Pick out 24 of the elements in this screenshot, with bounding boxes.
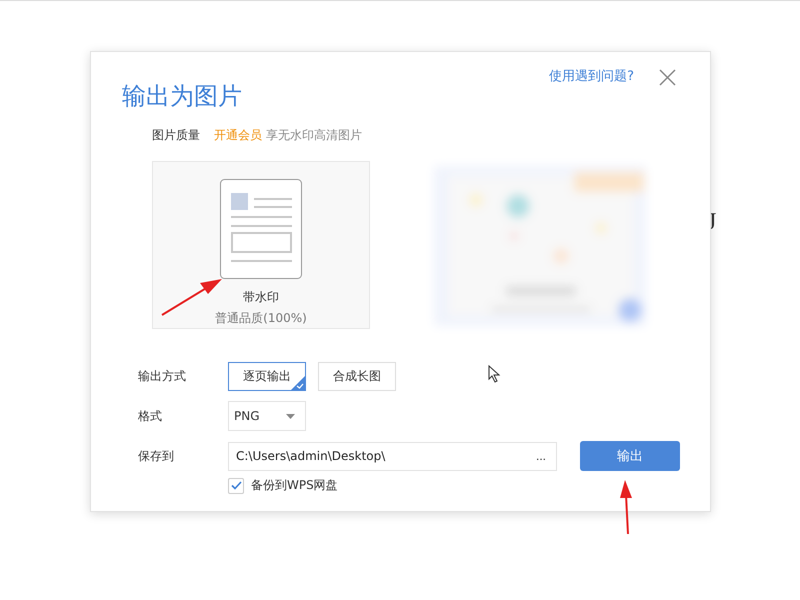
backup-checkbox[interactable]: 备份到WPS网盘 <box>228 477 680 494</box>
mode-option[interactable]: 逐页输出 <box>228 362 306 391</box>
quality-label: 图片质量 <box>152 127 200 144</box>
dialog-title: 输出为图片 <box>122 81 242 112</box>
output-mode-label: 输出方式 <box>138 368 187 385</box>
vip-hint: 享无水印高清图片 <box>266 127 362 144</box>
check-corner-icon <box>291 376 305 390</box>
export-button[interactable]: 输出 <box>580 441 680 471</box>
annotation-arrow <box>620 480 632 534</box>
caret-icon <box>286 414 295 418</box>
help-link[interactable]: 使用遇到问题? <box>549 67 634 85</box>
format-label: 格式 <box>138 408 163 424</box>
close-icon <box>658 68 676 86</box>
document-icon <box>220 179 302 279</box>
option-card[interactable]: 带水印 普通品质(100%) <box>152 161 370 329</box>
check-icon <box>230 481 242 490</box>
path-field[interactable]: C:\Users\admin\Desktop\ ... <box>228 442 557 470</box>
cursor-icon <box>488 364 500 383</box>
format-select[interactable]: PNG <box>228 401 306 431</box>
option-title: 带水印 <box>243 289 279 306</box>
save-to-label: 保存到 <box>138 448 175 464</box>
mode-option[interactable]: 合成长图 <box>318 362 396 391</box>
option-subtitle: 普通品质(100%) <box>215 310 307 327</box>
browse-button[interactable]: ... <box>536 449 546 463</box>
